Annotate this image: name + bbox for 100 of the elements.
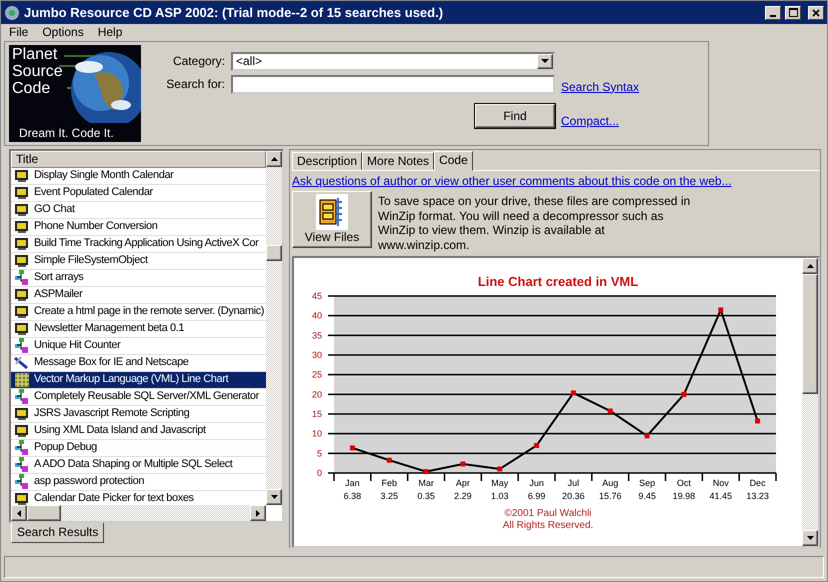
value-label: 20.36 — [562, 490, 585, 501]
scroll-left-icon[interactable] — [11, 505, 27, 521]
app-icon — [4, 4, 20, 20]
minimize-button[interactable] — [765, 6, 781, 20]
search-syntax-link[interactable]: Search Syntax — [561, 80, 640, 94]
y-tick-label: 35 — [312, 330, 322, 340]
monitor-icon — [14, 168, 30, 184]
search-results-tab[interactable]: Search Results — [11, 523, 104, 543]
wand-icon — [14, 355, 30, 371]
result-item[interactable]: Newsletter Management beta 0.1 — [11, 321, 266, 338]
x-tick-label: Sep — [639, 478, 656, 488]
menu-item[interactable]: Options — [42, 25, 84, 40]
value-label: 41.45 — [709, 490, 732, 501]
scroll-right-icon[interactable] — [250, 505, 266, 521]
compact-link[interactable]: Compact... — [561, 114, 640, 128]
result-item[interactable]: JSRS Javascript Remote Scripting — [11, 406, 266, 423]
value-label: 19.98 — [672, 490, 696, 501]
data-point — [460, 461, 466, 466]
x-tick-label: Jun — [529, 478, 544, 488]
monitor-icon — [14, 185, 30, 201]
result-item[interactable]: GO Chat — [11, 202, 266, 219]
tab[interactable]: Description — [292, 152, 362, 170]
scroll-up-icon[interactable] — [266, 151, 282, 167]
result-item[interactable]: Sort arrays — [11, 270, 266, 287]
data-point — [350, 445, 355, 450]
menu-item[interactable]: Help — [98, 25, 122, 40]
result-item[interactable]: Unique Hit Counter — [11, 338, 266, 355]
value-label: 0.35 — [417, 490, 435, 501]
logo-tagline: Dream It. Code It. — [19, 126, 114, 140]
value-label: 1.03 — [490, 490, 509, 501]
x-tick-label: Jul — [568, 478, 580, 488]
tree-icon — [14, 457, 30, 473]
search-label: Search for: — [165, 76, 225, 93]
result-item[interactable]: ASPMailer — [11, 287, 266, 304]
result-item[interactable]: Simple FileSystemObject — [11, 253, 266, 270]
y-tick-label: 40 — [312, 310, 322, 321]
result-item[interactable]: Vector Markup Language (VML) Line Chart — [11, 372, 266, 389]
maximize-icon — [788, 8, 798, 17]
result-item[interactable]: asp password protection — [11, 474, 266, 491]
category-dropdown[interactable]: <all> — [231, 52, 555, 71]
monitor-icon — [14, 423, 30, 439]
result-item[interactable]: Popup Debug — [11, 440, 266, 457]
scroll-down-icon[interactable] — [802, 530, 818, 546]
scroll-thumb[interactable] — [802, 274, 818, 394]
monitor-icon — [14, 236, 30, 252]
tree-icon — [14, 270, 30, 286]
monitor-icon — [14, 219, 30, 235]
grid-icon — [14, 372, 30, 388]
y-tick-label: 15 — [312, 408, 322, 419]
search-field[interactable] — [231, 75, 555, 94]
value-label: 6.38 — [344, 490, 362, 501]
web-comments-link[interactable]: Ask questions of author or view other user comments about this code on the web... — [292, 174, 732, 188]
maximize-button[interactable] — [785, 6, 801, 20]
tree-icon — [14, 389, 30, 405]
x-tick-label: Dec — [750, 478, 766, 488]
view-files-button[interactable]: View Files — [292, 191, 372, 248]
result-item[interactable]: A ADO Data Shaping or Multiple SQL Select — [11, 457, 266, 474]
data-point — [497, 466, 502, 472]
x-tick-label: May — [491, 478, 508, 488]
monitor-icon — [14, 253, 30, 269]
x-tick-label: Jan — [345, 478, 360, 488]
result-item[interactable]: Display Single Month Calendar — [11, 168, 266, 185]
y-tick-label: 10 — [312, 428, 322, 439]
minimize-icon — [770, 14, 776, 16]
value-label: 3.25 — [380, 490, 398, 501]
x-tick-label: Aug — [602, 478, 618, 488]
category-label: Category: — [172, 53, 225, 70]
tab[interactable]: Code — [434, 151, 473, 171]
result-item[interactable]: Phone Number Conversion — [11, 219, 266, 236]
y-tick-label: 45 — [312, 290, 322, 301]
chart-title: Line Chart created in VML — [478, 274, 638, 289]
scroll-thumb[interactable] — [266, 245, 282, 261]
vertical-scrollbar[interactable] — [266, 151, 282, 505]
x-tick-label: Mar — [418, 478, 434, 488]
y-tick-label: 0 — [316, 468, 322, 478]
copyright-notice: ©2001 Paul Walchli All Rights Reserved. — [502, 508, 594, 532]
x-tick-label: Apr — [456, 478, 470, 488]
value-label: 15.76 — [598, 490, 622, 501]
result-item[interactable]: Using XML Data Island and Javascript — [11, 423, 266, 440]
y-tick-label: 5 — [316, 448, 322, 458]
result-item[interactable]: Completely Reusable SQL Server/XML Generator — [11, 389, 266, 406]
result-item[interactable]: Event Populated Calendar — [11, 185, 266, 202]
menu-item[interactable]: File — [9, 25, 28, 40]
close-icon — [812, 8, 820, 16]
result-item[interactable]: Build Time Tracking Application Using ActiveX Cor — [11, 236, 266, 253]
monitor-icon — [14, 321, 30, 337]
tree-icon — [14, 440, 30, 456]
monitor-icon — [14, 406, 30, 422]
column-header[interactable]: Title — [11, 151, 266, 168]
horizontal-scrollbar[interactable] — [11, 505, 266, 521]
scroll-down-icon[interactable] — [266, 489, 282, 505]
data-point — [755, 418, 760, 424]
scroll-up-icon[interactable] — [802, 258, 818, 274]
scroll-thumb[interactable] — [27, 505, 61, 521]
vertical-scrollbar[interactable] — [802, 258, 818, 546]
result-item[interactable]: Create a html page in the remote server. (Dynamic) — [11, 304, 266, 321]
find-button[interactable]: Find — [475, 104, 555, 128]
close-button[interactable] — [808, 6, 824, 20]
data-point — [608, 408, 613, 414]
monitor-icon — [14, 304, 30, 320]
